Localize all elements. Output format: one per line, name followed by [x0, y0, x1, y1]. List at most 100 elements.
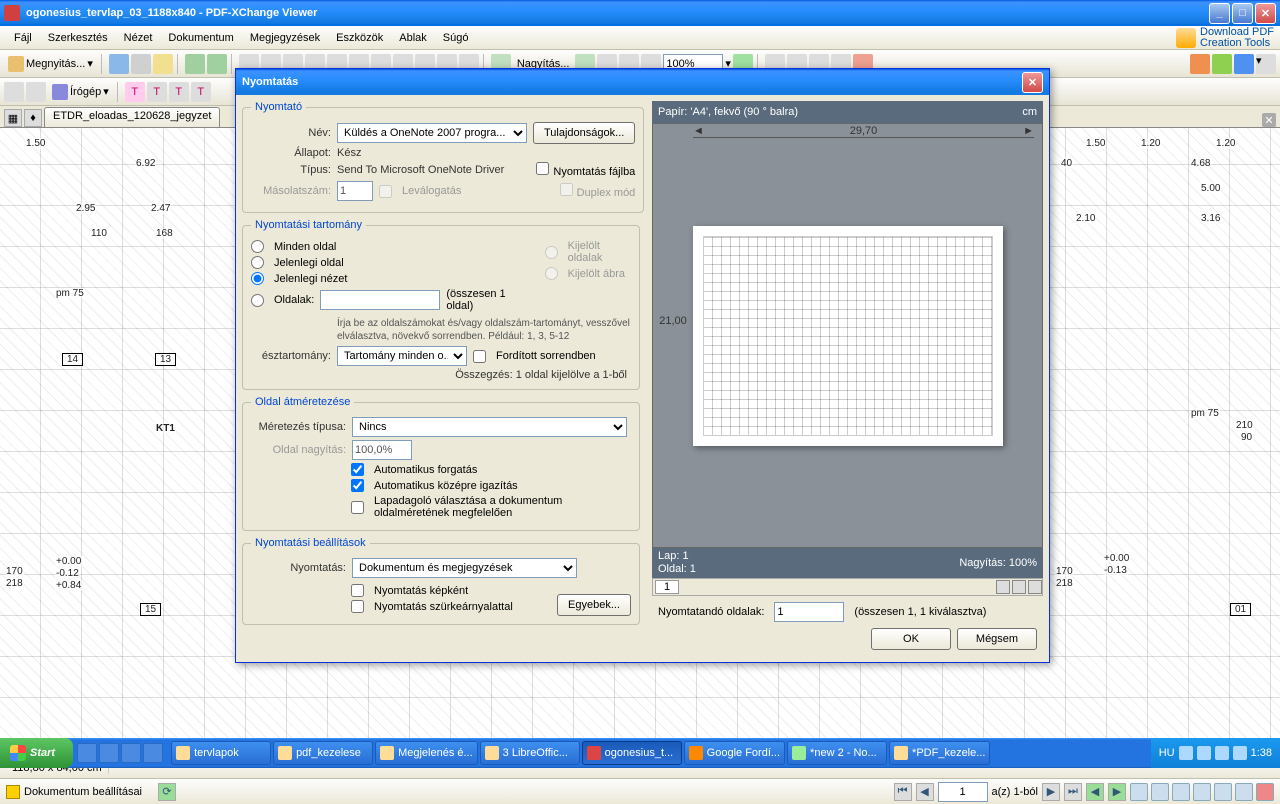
print-content-select[interactable]: Dokumentum és megjegyzések: [352, 558, 577, 578]
task-button[interactable]: tervlapok: [171, 741, 271, 765]
document-tab[interactable]: ETDR_eloadas_120628_jegyzet: [44, 107, 220, 127]
text-tool-icon[interactable]: T: [191, 82, 211, 102]
layout-icon[interactable]: [1151, 783, 1169, 801]
range-current-view-radio[interactable]: [251, 272, 264, 285]
close-button[interactable]: ✕: [1255, 3, 1276, 24]
tab-close-icon[interactable]: ✕: [1262, 113, 1276, 127]
task-button[interactable]: *PDF_kezele...: [889, 741, 990, 765]
save-icon[interactable]: [109, 54, 129, 74]
start-button[interactable]: Start: [0, 738, 73, 768]
first-page-icon[interactable]: ⏮: [894, 783, 912, 801]
ql-icon[interactable]: [121, 743, 141, 763]
email-icon[interactable]: [153, 54, 173, 74]
tab-nav-icon[interactable]: ♦: [24, 109, 42, 127]
dialog-close-icon[interactable]: ✕: [1022, 72, 1043, 93]
minimize-button[interactable]: _: [1209, 3, 1230, 24]
task-button[interactable]: pdf_kezelese: [273, 741, 373, 765]
layout-icon[interactable]: [1214, 783, 1232, 801]
app-title: ogonesius_tervlap_03_1188x840 - PDF-XCha…: [26, 7, 1209, 19]
tray-icon[interactable]: [1197, 746, 1211, 760]
task-button[interactable]: *new 2 - No...: [787, 741, 887, 765]
tool-icon[interactable]: [26, 82, 46, 102]
open-button[interactable]: Megnyitás...▾: [4, 56, 97, 72]
menu-document[interactable]: Dokumentum: [160, 30, 241, 46]
pages-input[interactable]: [320, 290, 440, 310]
last-page-icon[interactable]: ⏭: [1064, 783, 1082, 801]
preview-last-icon[interactable]: [1028, 580, 1042, 594]
bookmark-icon[interactable]: [6, 785, 20, 799]
next-page-icon[interactable]: ▶: [1042, 783, 1060, 801]
tool-icon[interactable]: [4, 82, 24, 102]
pages-to-print-input[interactable]: [774, 602, 844, 622]
range-all-radio[interactable]: [251, 240, 264, 253]
paper-source-checkbox[interactable]: [351, 501, 364, 514]
text-tool-icon[interactable]: T: [125, 82, 145, 102]
cancel-button[interactable]: Mégsem: [957, 628, 1037, 650]
quick-launch: [73, 743, 167, 763]
print-icon[interactable]: [131, 54, 151, 74]
ql-icon[interactable]: [143, 743, 163, 763]
clock[interactable]: 1:38: [1251, 747, 1272, 759]
page-zoom-input: [352, 440, 412, 460]
range-current-page-radio[interactable]: [251, 256, 264, 269]
tray-icon[interactable]: [1179, 746, 1193, 760]
nav-fwd-icon[interactable]: ▶: [1108, 783, 1126, 801]
layout-icon[interactable]: [1256, 783, 1274, 801]
folder-icon: [176, 746, 190, 760]
reverse-checkbox[interactable]: [473, 350, 486, 363]
maximize-button[interactable]: □: [1232, 3, 1253, 24]
prev-page-icon[interactable]: ◀: [916, 783, 934, 801]
range-pages-radio[interactable]: [251, 294, 264, 307]
scaling-type-select[interactable]: Nincs: [352, 417, 627, 437]
layout-icon[interactable]: [1193, 783, 1211, 801]
system-tray: HU 1:38: [1151, 738, 1280, 768]
printer-properties-button[interactable]: Tulajdonságok...: [533, 122, 635, 144]
tool-icon[interactable]: [1212, 54, 1232, 74]
settings-icon[interactable]: ▾: [1256, 54, 1276, 74]
task-button[interactable]: 3 LibreOffic...: [480, 741, 580, 765]
page-input[interactable]: [938, 782, 988, 802]
layout-icon[interactable]: [1235, 783, 1253, 801]
promo-link[interactable]: Download PDF Creation Tools: [1176, 27, 1274, 49]
layout-icon[interactable]: [1172, 783, 1190, 801]
menu-view[interactable]: Nézet: [116, 30, 161, 46]
redo-icon[interactable]: [207, 54, 227, 74]
task-button[interactable]: ogonesius_t...: [582, 741, 682, 765]
task-button[interactable]: Google Fordí...: [684, 741, 785, 765]
typewriter-button[interactable]: Írógép▾: [48, 84, 113, 100]
preview-next-icon[interactable]: [1012, 580, 1026, 594]
language-indicator[interactable]: HU: [1159, 747, 1175, 759]
subset-select[interactable]: Tartomány minden o...: [337, 346, 467, 366]
print-to-file-checkbox[interactable]: [536, 162, 549, 175]
menu-edit[interactable]: Szerkesztés: [40, 30, 116, 46]
tool-icon[interactable]: [1190, 54, 1210, 74]
menu-file[interactable]: Fájl: [6, 30, 40, 46]
tray-icon[interactable]: [1233, 746, 1247, 760]
refresh-icon[interactable]: ⟳: [158, 783, 176, 801]
grayscale-checkbox[interactable]: [351, 600, 364, 613]
tool-icon[interactable]: [1234, 54, 1254, 74]
menu-comments[interactable]: Megjegyzések: [242, 30, 328, 46]
menu-window[interactable]: Ablak: [391, 30, 435, 46]
tab-list-icon[interactable]: ▦: [4, 109, 22, 127]
autocenter-checkbox[interactable]: [351, 479, 364, 492]
as-image-checkbox[interactable]: [351, 584, 364, 597]
undo-icon[interactable]: [185, 54, 205, 74]
autorotate-checkbox[interactable]: [351, 463, 364, 476]
preview-prev-icon[interactable]: [996, 580, 1010, 594]
text-tool-icon[interactable]: T: [147, 82, 167, 102]
menu-tools[interactable]: Eszközök: [328, 30, 391, 46]
ql-icon[interactable]: [77, 743, 97, 763]
more-options-button[interactable]: Egyebek...: [557, 594, 631, 616]
layout-icon[interactable]: [1130, 783, 1148, 801]
nav-back-icon[interactable]: ◀: [1086, 783, 1104, 801]
menu-help[interactable]: Súgó: [435, 30, 477, 46]
tray-icon[interactable]: [1215, 746, 1229, 760]
ok-button[interactable]: OK: [871, 628, 951, 650]
docset-label[interactable]: Dokumentum beállításai: [24, 786, 142, 798]
task-button[interactable]: Megjelenés é...: [375, 741, 478, 765]
ql-icon[interactable]: [99, 743, 119, 763]
duplex-checkbox: [560, 183, 573, 196]
printer-select[interactable]: Küldés a OneNote 2007 progra...: [337, 123, 527, 143]
text-tool-icon[interactable]: T: [169, 82, 189, 102]
